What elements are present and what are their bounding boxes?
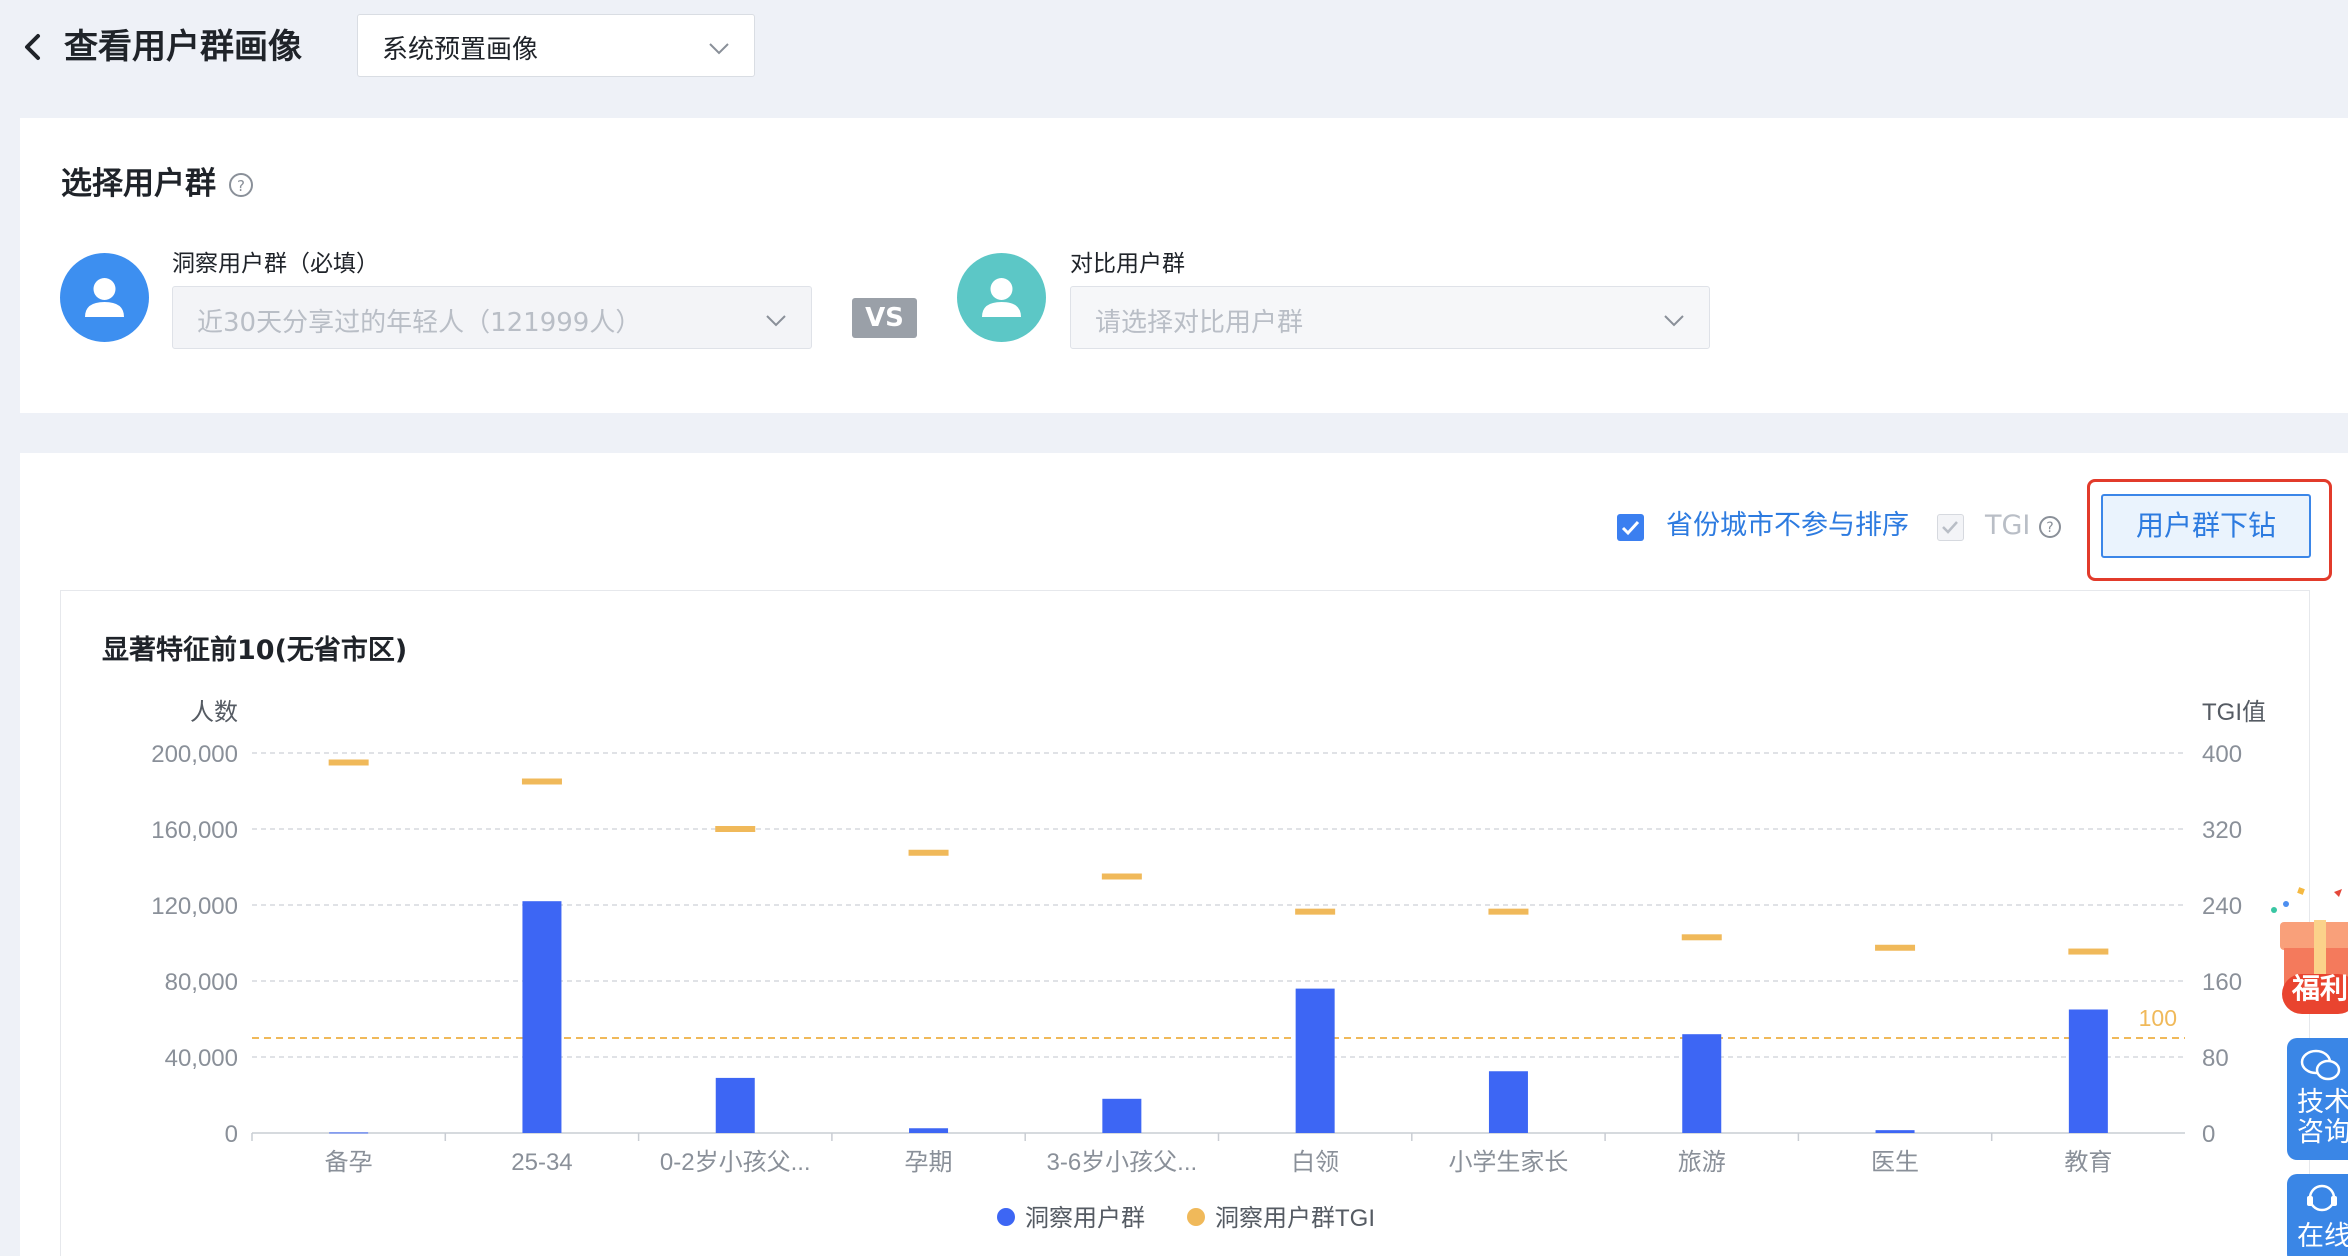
x-tick-label: 3-6岁小孩父... bbox=[1046, 1149, 1197, 1176]
y-tick-left: 40,000 bbox=[165, 1045, 238, 1072]
headset-icon bbox=[2307, 1184, 2337, 1212]
bar bbox=[1488, 1071, 1528, 1133]
bar bbox=[2068, 1009, 2108, 1133]
y-axis-left-title: 人数 bbox=[190, 699, 238, 726]
bar bbox=[522, 901, 562, 1133]
y-tick-right: 0 bbox=[2202, 1121, 2215, 1148]
tgi-marker bbox=[2068, 948, 2109, 955]
legend-marker-tgi bbox=[1187, 1208, 1205, 1226]
feature-chart: 人数 TGI值 0 0 40,000 80 80,000 160 120,000 240 160,0… bbox=[151, 699, 2266, 1232]
y-tick-left: 0 bbox=[225, 1121, 238, 1148]
y-tick-left: 120,000 bbox=[151, 893, 238, 920]
x-tick-label: 教育 bbox=[2064, 1149, 2112, 1176]
bar bbox=[909, 1128, 949, 1133]
y-tick-right: 80 bbox=[2202, 1045, 2229, 1072]
tgi-reference-label: 100 bbox=[2139, 1005, 2177, 1031]
tgi-marker bbox=[1488, 908, 1529, 915]
tgi-marker bbox=[521, 778, 562, 785]
y-tick-left: 160,000 bbox=[151, 817, 238, 844]
tgi-marker bbox=[908, 849, 949, 856]
x-tick-label: 医生 bbox=[1871, 1149, 1919, 1176]
y-tick-right: 160 bbox=[2202, 969, 2242, 996]
x-tick-label: 小学生家长 bbox=[1448, 1149, 1568, 1176]
tech-support-widget[interactable]: 技术 咨询 bbox=[2287, 1038, 2348, 1160]
x-tick-label: 旅游 bbox=[1678, 1149, 1726, 1176]
x-tick-label: 25-34 bbox=[511, 1149, 572, 1176]
tech-label-line1: 技术 bbox=[2297, 1087, 2348, 1118]
y-tick-right: 240 bbox=[2202, 893, 2242, 920]
tgi-marker bbox=[328, 759, 369, 766]
bar bbox=[1875, 1130, 1915, 1133]
legend-label-tgi: 洞察用户群TGI bbox=[1215, 1205, 1375, 1232]
y-tick-right: 320 bbox=[2202, 817, 2242, 844]
tgi-marker bbox=[1681, 934, 1722, 941]
gift-widget[interactable]: 福利 bbox=[2268, 880, 2348, 1020]
bar bbox=[1682, 1034, 1722, 1133]
tgi-marker bbox=[1875, 944, 1916, 951]
y-tick-left: 200,000 bbox=[151, 741, 238, 768]
bar bbox=[1295, 988, 1335, 1133]
x-tick-label: 0-2岁小孩父... bbox=[660, 1149, 811, 1176]
tgi-marker bbox=[1295, 908, 1336, 915]
bar bbox=[329, 1132, 369, 1134]
tech-label-line2: 咨询 bbox=[2297, 1117, 2348, 1148]
legend-label-bar: 洞察用户群 bbox=[1025, 1205, 1145, 1232]
bar bbox=[1102, 1098, 1142, 1133]
wechat-icon bbox=[2300, 1049, 2341, 1081]
y-axis-right-title: TGI值 bbox=[2202, 699, 2266, 726]
tgi-marker bbox=[1101, 873, 1142, 880]
online-label: 在线 bbox=[2297, 1221, 2348, 1252]
online-service-widget[interactable]: 在线 bbox=[2287, 1174, 2348, 1256]
tgi-marker bbox=[715, 826, 756, 832]
x-tick-label: 备孕 bbox=[325, 1149, 373, 1176]
y-tick-right: 400 bbox=[2202, 741, 2242, 768]
x-tick-label: 孕期 bbox=[905, 1149, 953, 1176]
legend-marker-bar bbox=[997, 1208, 1015, 1226]
y-tick-left: 80,000 bbox=[165, 969, 238, 996]
x-tick-label: 白领 bbox=[1291, 1149, 1339, 1176]
bar bbox=[715, 1077, 755, 1133]
gift-label: 福利 bbox=[2292, 972, 2348, 1005]
